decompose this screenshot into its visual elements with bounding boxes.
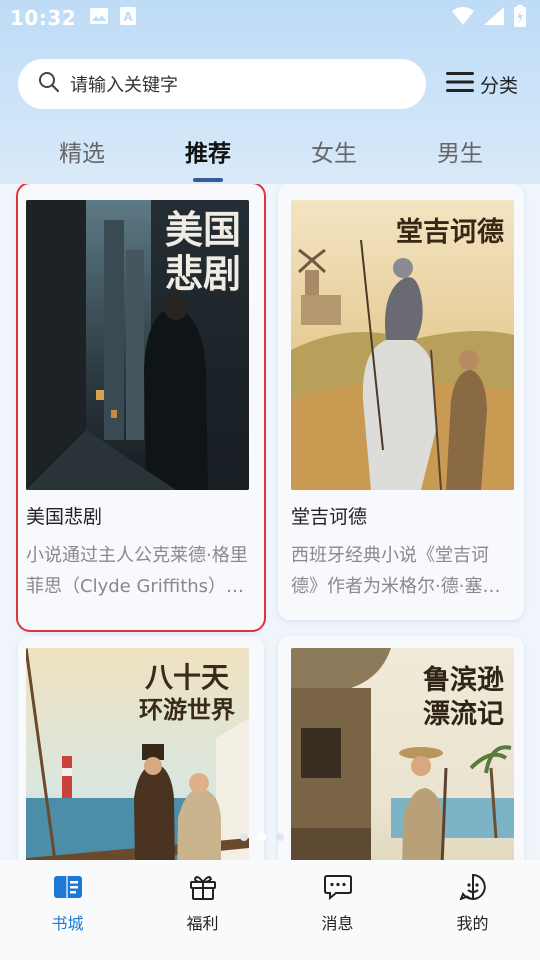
status-bar: 10:32 A — [0, 0, 540, 36]
cover-title-line-2: 环游世界 — [139, 695, 235, 724]
search-placeholder: 请输入关键字 — [70, 75, 178, 96]
tab-recommended[interactable]: 推荐 — [158, 134, 258, 182]
bottom-nav: 书城 福利 消息 我的 — [0, 860, 540, 960]
pagination-dot — [240, 833, 248, 841]
tab-male[interactable]: 男生 — [410, 134, 510, 174]
image-notification-icon — [90, 8, 109, 28]
a-notification-icon: A — [120, 7, 137, 29]
cover-title-line-1: 八十天 — [144, 661, 229, 694]
cover-title-text: 八十天 环游世界 — [139, 662, 235, 726]
book-cover: 八十天 环游世界 — [26, 648, 249, 860]
signal-icon — [484, 7, 504, 29]
book-card-around-the-world[interactable]: 八十天 环游世界 — [18, 636, 264, 860]
nav-welfare[interactable]: 福利 — [135, 860, 270, 960]
gift-icon — [189, 874, 217, 904]
book-title: 美国悲剧 — [26, 506, 103, 528]
pagination-dots — [240, 833, 284, 841]
menu-icon — [446, 71, 474, 97]
cover-title-text: 堂吉诃德 — [396, 217, 504, 248]
wifi-icon — [452, 7, 474, 29]
pagination-dot-active — [258, 833, 266, 841]
category-button[interactable]: 分类 — [446, 71, 518, 98]
cover-title-line-1: 鲁滨逊 — [423, 665, 504, 696]
pagination-dot — [276, 833, 284, 841]
svg-text:A: A — [124, 10, 134, 24]
book-title: 堂吉诃德 — [291, 506, 368, 528]
book-description: 西班牙经典小说《堂吉诃德》作者为米格尔·德·塞万提斯 — [291, 545, 501, 597]
cover-title-line-2: 漂流记 — [423, 699, 504, 730]
book-grid: 美国悲剧 美国悲剧 小说通过主人公克莱德·格里菲思（Clyde Griffith… — [0, 184, 540, 860]
message-icon — [323, 874, 352, 904]
nav-label: 福利 — [186, 914, 219, 933]
book-cover: 美国悲剧 — [26, 200, 249, 490]
book-card-don-quixote[interactable]: 堂吉诃德 堂吉诃德 西班牙经典小说《堂吉诃德》作者为米格尔·德·塞万提斯 — [278, 184, 524, 620]
book-cover: 堂吉诃德 — [291, 200, 514, 490]
book-card-american-tragedy[interactable]: 美国悲剧 美国悲剧 小说通过主人公克莱德·格里菲思（Clyde Griffith… — [16, 184, 266, 632]
tab-bar: 精选 推荐 女生 男生 — [0, 134, 540, 184]
battery-charging-icon — [514, 5, 526, 31]
status-time: 10:32 — [10, 6, 77, 30]
tab-recommended-label: 推荐 — [185, 141, 231, 167]
search-input[interactable]: 请输入关键字 — [18, 59, 426, 109]
search-row: 请输入关键字 分类 — [18, 59, 526, 109]
book-description: 小说通过主人公克莱德·格里菲思（Clyde Griffiths）的一生 — [26, 545, 248, 597]
smile-icon — [458, 873, 487, 904]
book-icon — [53, 874, 83, 904]
nav-label: 我的 — [456, 914, 489, 933]
book-cover: 鲁滨逊 漂流记 — [291, 648, 514, 860]
tab-female[interactable]: 女生 — [284, 134, 384, 174]
cover-title-text: 鲁滨逊 漂流记 — [423, 664, 504, 732]
cover-title-text: 美国悲剧 — [164, 207, 241, 296]
nav-bookstore[interactable]: 书城 — [0, 860, 135, 960]
tab-indicator — [193, 178, 223, 182]
nav-messages[interactable]: 消息 — [270, 860, 405, 960]
nav-label: 书城 — [51, 914, 84, 933]
nav-profile[interactable]: 我的 — [405, 860, 540, 960]
tab-featured[interactable]: 精选 — [32, 134, 132, 174]
nav-label: 消息 — [321, 914, 354, 933]
book-card-robinson-crusoe[interactable]: 鲁滨逊 漂流记 — [278, 636, 524, 860]
search-icon — [38, 71, 60, 97]
category-label: 分类 — [480, 74, 519, 97]
